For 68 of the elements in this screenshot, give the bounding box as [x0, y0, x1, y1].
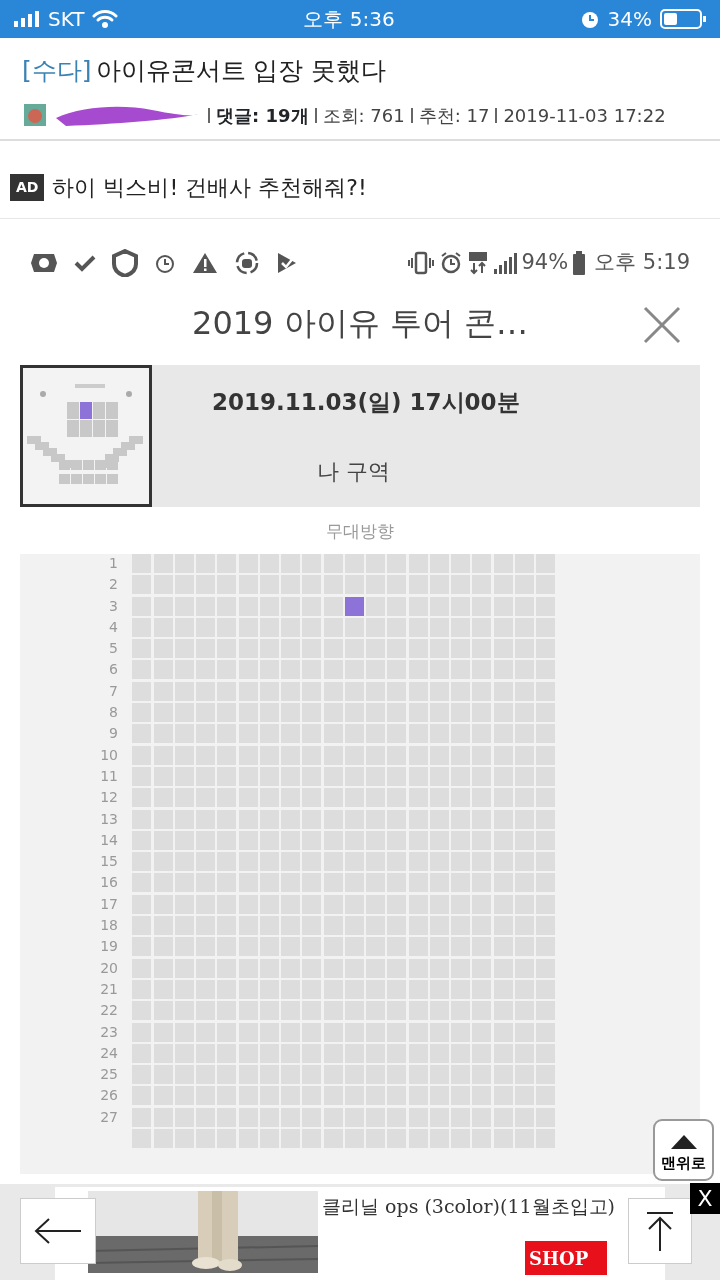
row-number: 1 [108, 554, 119, 573]
modal-title: 2019 아이유 투어 콘… [192, 302, 528, 344]
row-number: 19 [99, 937, 119, 957]
row-number: 6 [108, 660, 119, 680]
signal-icon [14, 11, 40, 27]
sync-icon [234, 249, 260, 276]
vibrate-icon [407, 250, 436, 275]
row-number: 24 [99, 1043, 119, 1063]
flag-check-icon [276, 250, 298, 275]
row-number: 21 [99, 979, 119, 999]
category-tag[interactable]: [수다] [22, 52, 92, 90]
row-number: 16 [99, 873, 119, 893]
row-number: 27 [99, 1107, 119, 1127]
post-meta-text: 조회: 761 [322, 103, 405, 128]
post-meta-text: 댓글: 19개 [216, 103, 309, 128]
status-time: 오후 5:19 [594, 248, 690, 276]
arrow-up-icon [645, 1211, 675, 1251]
scroll-top-button[interactable]: 맨위로 [653, 1119, 714, 1181]
row-number: 18 [99, 916, 119, 936]
row-number: 10 [99, 745, 119, 765]
back-button[interactable] [20, 1198, 96, 1264]
shop-button[interactable]: SHOP [525, 1241, 607, 1275]
section-text: 나 구역 [316, 458, 391, 486]
row-number: 17 [99, 894, 119, 914]
date-time-text: 2019.11.03(일) 17시00분 [211, 387, 520, 417]
caret-up-icon [670, 1134, 697, 1149]
carrier-name: SKT [48, 6, 85, 33]
close-ad-button[interactable]: X [690, 1183, 720, 1214]
post-title: 아이유콘서트 입장 못했다 [95, 55, 387, 87]
ad-product-title: 클리닐 ops (3color)(11월초입고) [322, 1194, 616, 1219]
row-number: 3 [108, 596, 119, 616]
row-number: 23 [99, 1022, 119, 1042]
wifi-icon [92, 9, 119, 29]
data-arrows-icon [467, 250, 490, 275]
row-number: 14 [99, 830, 119, 850]
avatar-icon [24, 104, 46, 126]
row-number: 25 [99, 1065, 119, 1085]
signal-icon [493, 251, 518, 274]
row-number: 22 [99, 1001, 119, 1021]
ad-label: AD [10, 173, 45, 201]
post-meta-text: 추천: 17 [418, 103, 490, 128]
battery-percent: 94% [521, 248, 569, 276]
post-meta-text: 2019-11-03 17:22 [503, 103, 666, 128]
row-number: 13 [99, 809, 119, 829]
battery-percent: 34% [607, 6, 652, 33]
stage-direction-label: 무대방향 [325, 519, 395, 543]
check-icon [74, 253, 96, 272]
battery-icon [572, 250, 587, 275]
row-number: 7 [108, 681, 119, 701]
row-number: 12 [99, 788, 119, 808]
alarm-icon [579, 9, 600, 29]
row-number: 9 [108, 724, 119, 744]
row-number: 11 [99, 766, 119, 786]
warning-icon [192, 251, 218, 274]
battery-icon [660, 9, 706, 29]
row-number: 20 [99, 958, 119, 978]
row-number: 4 [108, 617, 119, 637]
close-icon [642, 304, 682, 345]
arrow-left-icon [33, 1216, 83, 1246]
row-number: 26 [99, 1086, 119, 1106]
row-number: 15 [99, 852, 119, 872]
status-time: 오후 5:36 [303, 6, 395, 33]
row-number: 2 [108, 575, 119, 595]
ad-link[interactable]: 하이 빅스비! 건배사 추천해줘?! [52, 170, 367, 204]
scroll-up-button[interactable] [628, 1198, 692, 1264]
row-number: 5 [108, 639, 119, 659]
shield-icon [112, 248, 138, 277]
row-number: 8 [108, 703, 119, 723]
